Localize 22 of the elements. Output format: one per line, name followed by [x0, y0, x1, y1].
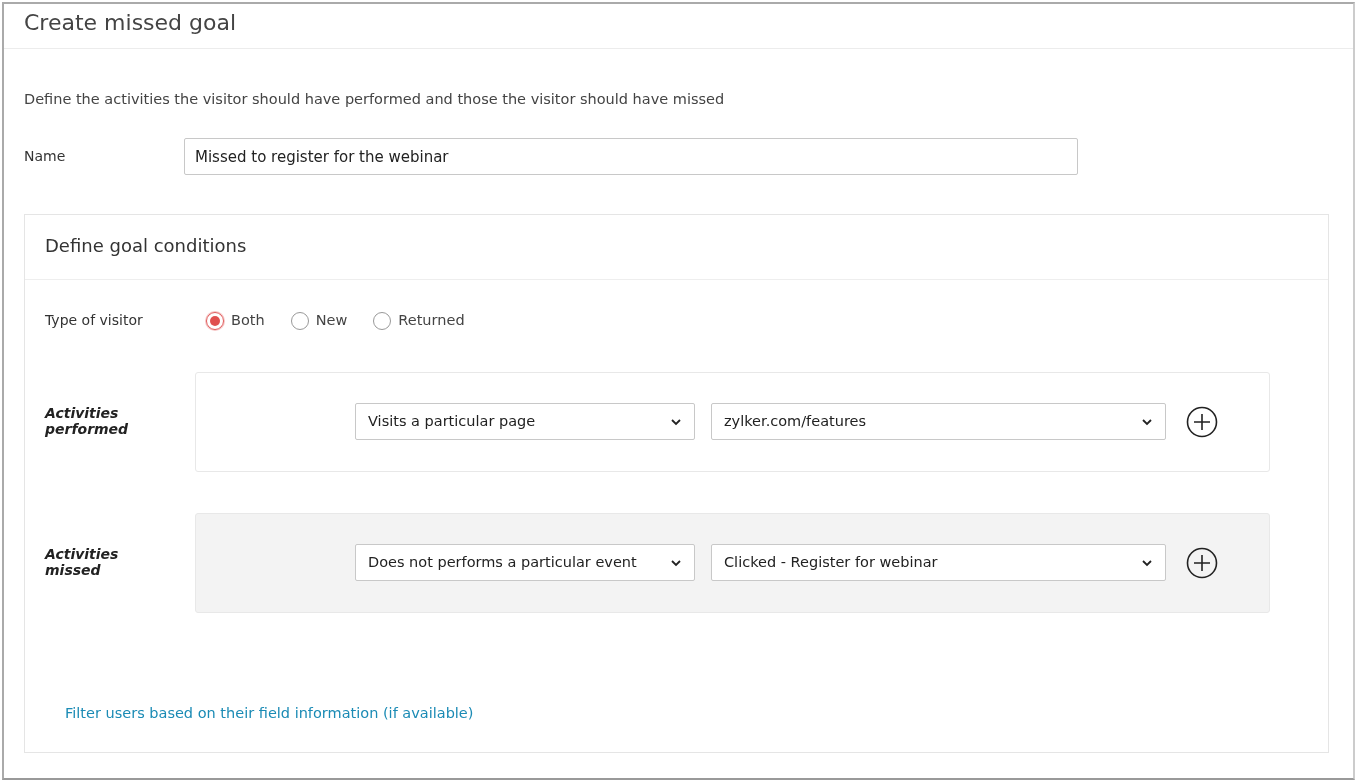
- section-title: Define goal conditions: [45, 234, 248, 257]
- activity-label: Activities performed: [45, 406, 130, 437]
- filter-link[interactable]: Filter users based on their field information (if available): [65, 704, 474, 721]
- page-title: Create missed goal: [24, 10, 238, 37]
- chevron-icon: [670, 558, 682, 567]
- dropdown-select[interactable]: Does not performs a particular event: [355, 544, 695, 581]
- add-icon[interactable]: [1186, 405, 1218, 438]
- chevron-icon: [670, 417, 682, 426]
- radio-option[interactable]: Returned: [373, 309, 465, 332]
- field-label: Name: [24, 147, 67, 167]
- dropdown-select[interactable]: Visits a particular page: [355, 403, 695, 440]
- description-text: Define the activities the visitor should have performed and those the visitor should have missed: [24, 90, 726, 109]
- dropdown-select[interactable]: Clicked - Register for webinar: [711, 544, 1166, 581]
- radio-option[interactable]: Both: [206, 309, 265, 332]
- field-label: Type of visitor: [45, 311, 144, 331]
- dropdown-select[interactable]: zylker.com/features: [711, 403, 1166, 440]
- name-input-field[interactable]: Missed to register for the webinar: [184, 138, 1078, 176]
- chevron-icon: [1141, 417, 1153, 426]
- activity-label: Activities missed: [45, 547, 120, 578]
- radio-option[interactable]: New: [290, 309, 348, 332]
- chevron-icon: [1141, 558, 1153, 567]
- add-icon[interactable]: [1186, 546, 1218, 579]
